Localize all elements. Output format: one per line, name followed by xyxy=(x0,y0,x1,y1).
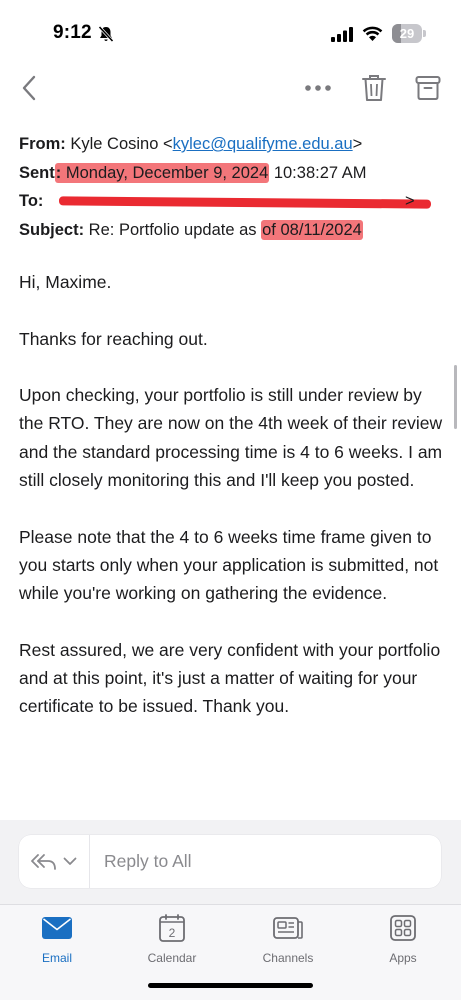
status-time: 9:12 xyxy=(53,22,92,43)
chevron-down-icon xyxy=(63,857,77,865)
reply-placeholder[interactable]: Reply to All xyxy=(104,835,192,888)
tab-calendar[interactable]: 2 Calendar xyxy=(127,913,217,973)
ellipsis-icon xyxy=(305,85,331,91)
more-options-button[interactable] xyxy=(300,72,336,104)
to-label: To: xyxy=(19,192,44,210)
status-bar: 9:12 29 xyxy=(0,0,461,62)
wifi-icon xyxy=(362,26,383,41)
archive-button[interactable] xyxy=(411,70,445,106)
calendar-icon: 2 xyxy=(159,914,185,942)
from-close-bracket: > xyxy=(352,135,363,153)
subject-text: Re: Portfolio update as xyxy=(84,220,262,239)
reply-box[interactable]: Reply to All xyxy=(19,835,441,888)
body-paragraph-3: Please note that the 4 to 6 weeks time f… xyxy=(19,526,439,604)
from-row: From: Kyle Cosino <kylec@qualifyme.edu.a… xyxy=(19,130,449,159)
sent-date-highlighted: : Monday, December 9, 2024 xyxy=(54,162,270,183)
body-paragraph-1: Thanks for reaching out. xyxy=(19,328,208,349)
scrollbar[interactable] xyxy=(454,365,457,429)
trash-icon xyxy=(362,75,386,101)
subject-label: Subject: xyxy=(19,220,85,239)
to-close-bracket: > xyxy=(405,192,415,210)
tab-email-label: Email xyxy=(41,951,72,965)
battery-level: 29 xyxy=(399,26,415,41)
body-paragraph-2: Upon checking, your portfolio is still u… xyxy=(19,385,443,491)
calendar-badge: 2 xyxy=(169,926,176,940)
archive-icon xyxy=(415,76,441,100)
chevron-left-icon xyxy=(22,75,36,101)
sent-time: 10:38:27 AM xyxy=(269,163,367,182)
from-email-link[interactable]: kylec@qualifyme.edu.au xyxy=(173,135,353,153)
sent-row: Sent: Monday, December 9, 2024 10:38:27 … xyxy=(19,159,449,188)
tab-channels-label: Channels xyxy=(262,951,314,965)
tab-email[interactable]: Email xyxy=(12,913,102,973)
redaction-mark xyxy=(58,196,432,209)
subject-date-highlighted: of 08/11/2024 xyxy=(261,219,363,240)
envelope-icon xyxy=(42,917,72,939)
sent-label: Sent xyxy=(19,163,55,182)
tab-channels[interactable]: Channels xyxy=(243,913,333,973)
apps-grid-icon xyxy=(390,915,416,941)
reply-all-icon xyxy=(31,853,56,870)
signal-icon xyxy=(331,27,353,42)
battery-icon: 29 xyxy=(392,24,426,43)
from-label: From: xyxy=(19,135,66,153)
delete-button[interactable] xyxy=(357,70,391,106)
body-paragraph-4: Rest assured, we are very confident with… xyxy=(19,639,441,717)
subject-row: Subject: Re: Portfolio update as of 08/1… xyxy=(19,216,449,245)
back-button[interactable] xyxy=(12,68,46,108)
reply-options-button[interactable] xyxy=(19,835,89,888)
tab-calendar-label: Calendar xyxy=(147,951,197,965)
greeting: Hi, Maxime. xyxy=(19,272,112,292)
email-body: Hi, Maxime. Thanks for reaching out. Upo… xyxy=(19,268,449,749)
sent-date: Monday, December 9, 2024 xyxy=(61,163,269,182)
tab-apps-label: Apps xyxy=(389,951,417,965)
reply-bar: Reply to All xyxy=(0,820,461,904)
tab-apps[interactable]: Apps xyxy=(358,913,448,973)
message-toolbar xyxy=(0,62,461,116)
from-open-bracket: < xyxy=(162,135,173,153)
email-headers: From: Kyle Cosino <kylec@qualifyme.edu.a… xyxy=(19,130,449,244)
channels-icon xyxy=(273,917,303,939)
bell-slash-icon xyxy=(98,25,114,43)
home-indicator xyxy=(148,983,313,988)
reply-divider xyxy=(89,835,90,888)
from-name: Kyle Cosino xyxy=(70,135,159,153)
to-row: To: > xyxy=(19,187,449,216)
